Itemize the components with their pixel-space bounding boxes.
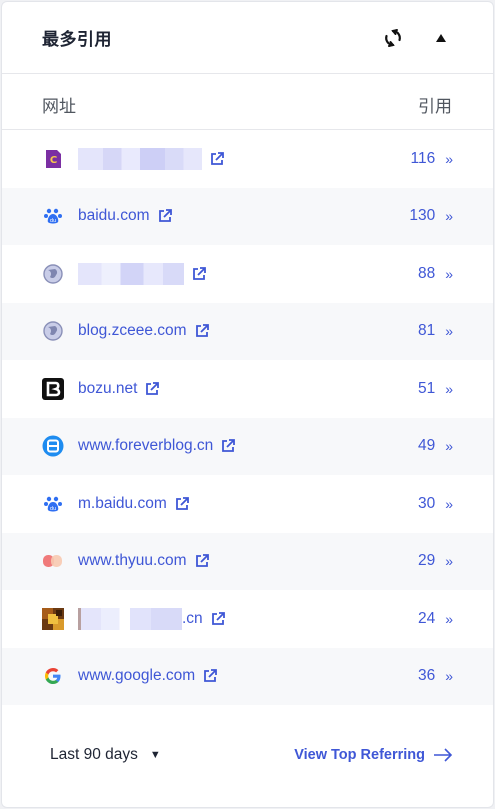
top-referrers-card: 最多引用 网址 引用 C 116 » du baidu.com 130 » 88…	[1, 1, 494, 808]
external-link-icon[interactable]	[203, 669, 218, 683]
chevron-right-icon: »	[445, 438, 453, 455]
referrer-site[interactable]: www.foreverblog.cn	[78, 437, 418, 455]
foreverblog-icon	[42, 435, 64, 457]
referrer-site[interactable]: bozu.net	[78, 380, 418, 398]
referrer-site[interactable]: baidu.com	[78, 207, 409, 225]
blurred-site-name	[78, 607, 182, 630]
refresh-button[interactable]	[381, 26, 405, 50]
referrer-count[interactable]: 51»	[418, 380, 453, 398]
external-link-icon[interactable]	[158, 209, 172, 223]
chevron-right-icon: »	[445, 323, 453, 340]
referrer-count[interactable]: 116»	[410, 150, 453, 168]
globe-icon	[42, 320, 64, 342]
external-link-icon[interactable]	[192, 266, 206, 281]
chevron-right-icon: »	[445, 380, 453, 397]
referrer-site[interactable]: www.google.com	[78, 667, 418, 685]
referrer-count[interactable]: 29»	[418, 552, 453, 570]
external-link-icon[interactable]	[211, 611, 225, 626]
referrer-count[interactable]: 88»	[418, 265, 453, 283]
referrer-row[interactable]: www.foreverblog.cn 49»	[2, 417, 493, 475]
chevron-right-icon: »	[445, 265, 453, 282]
referrer-row[interactable]: www.thyuu.com 29»	[2, 532, 493, 590]
referrer-site[interactable]	[78, 147, 410, 170]
referrer-list: C 116» du baidu.com 130» 88 » blog.zceee…	[2, 130, 493, 705]
collapse-button[interactable]	[429, 26, 453, 50]
external-link-icon[interactable]	[145, 381, 160, 396]
column-header: 网址 引用	[2, 74, 493, 130]
chevron-right-icon: »	[445, 150, 453, 167]
external-link-icon[interactable]	[221, 439, 236, 453]
referrer-row[interactable]: blog.zceee.com 81»	[2, 302, 493, 360]
refresh-icon	[385, 28, 401, 47]
thyuu-icon	[42, 550, 64, 572]
chevron-right-icon: »	[445, 208, 453, 225]
chevron-right-icon: »	[445, 610, 453, 627]
blurred-site-name	[78, 147, 202, 170]
referrer-site[interactable]: .cn	[78, 607, 418, 630]
globe-icon	[42, 263, 64, 285]
referrer-site[interactable]: www.thyuu.com	[78, 552, 418, 570]
referrer-row[interactable]: 88»	[2, 245, 493, 303]
external-link-icon[interactable]	[195, 554, 209, 568]
referrer-row[interactable]: du m.baidu.com 30»	[2, 475, 493, 533]
referrer-row[interactable]: bozu.net 51»	[2, 360, 493, 418]
referrer-count[interactable]: 30»	[418, 495, 453, 513]
date-range-select[interactable]: Last 90 days ▼	[50, 746, 161, 764]
image-avatar-icon	[42, 607, 64, 630]
svg-text:du: du	[50, 218, 56, 224]
card-footer: Last 90 days ▼ View Top Referring	[2, 703, 493, 807]
external-link-icon[interactable]	[175, 496, 189, 511]
external-link-icon[interactable]	[210, 151, 224, 166]
svg-text:C: C	[50, 155, 57, 166]
column-site-label: 网址	[42, 97, 76, 116]
blurred-site-name	[78, 262, 184, 285]
referrer-count[interactable]: 24»	[418, 610, 453, 628]
referrer-site[interactable]	[78, 262, 418, 285]
referrer-count[interactable]: 130»	[409, 207, 453, 225]
referrer-site[interactable]: m.baidu.com	[78, 495, 418, 513]
arrow-right-icon	[434, 748, 453, 762]
baidu-paw-icon: du	[42, 205, 64, 227]
bozu-b-icon	[42, 377, 64, 400]
card-title: 最多引用	[42, 30, 112, 49]
purple-c-icon: C	[42, 148, 64, 170]
referrer-count[interactable]: 81»	[418, 322, 453, 340]
referrer-row[interactable]: www.google.com 36»	[2, 647, 493, 705]
card-header: 最多引用	[2, 2, 493, 74]
chevron-right-icon: »	[445, 495, 453, 512]
caret-down-icon: ▼	[149, 749, 161, 761]
chevron-right-icon: »	[445, 553, 453, 570]
referrer-count[interactable]: 36»	[418, 667, 453, 685]
referrer-row[interactable]: du baidu.com 130»	[2, 187, 493, 245]
svg-text:du: du	[50, 506, 56, 512]
column-refs-label: 引用	[418, 97, 452, 116]
google-g-icon	[42, 665, 64, 687]
referrer-site[interactable]: blog.zceee.com	[78, 322, 418, 340]
referrer-count[interactable]: 49»	[418, 437, 453, 455]
chevron-right-icon: »	[445, 668, 453, 685]
view-top-referring-link[interactable]: View Top Referring	[294, 747, 453, 763]
external-link-icon[interactable]	[195, 324, 209, 338]
referrer-row[interactable]: .cn 24»	[2, 590, 493, 648]
referrer-row[interactable]: C 116»	[2, 130, 493, 188]
triangle-up-icon	[436, 33, 446, 42]
baidu-paw-icon: du	[42, 493, 64, 515]
